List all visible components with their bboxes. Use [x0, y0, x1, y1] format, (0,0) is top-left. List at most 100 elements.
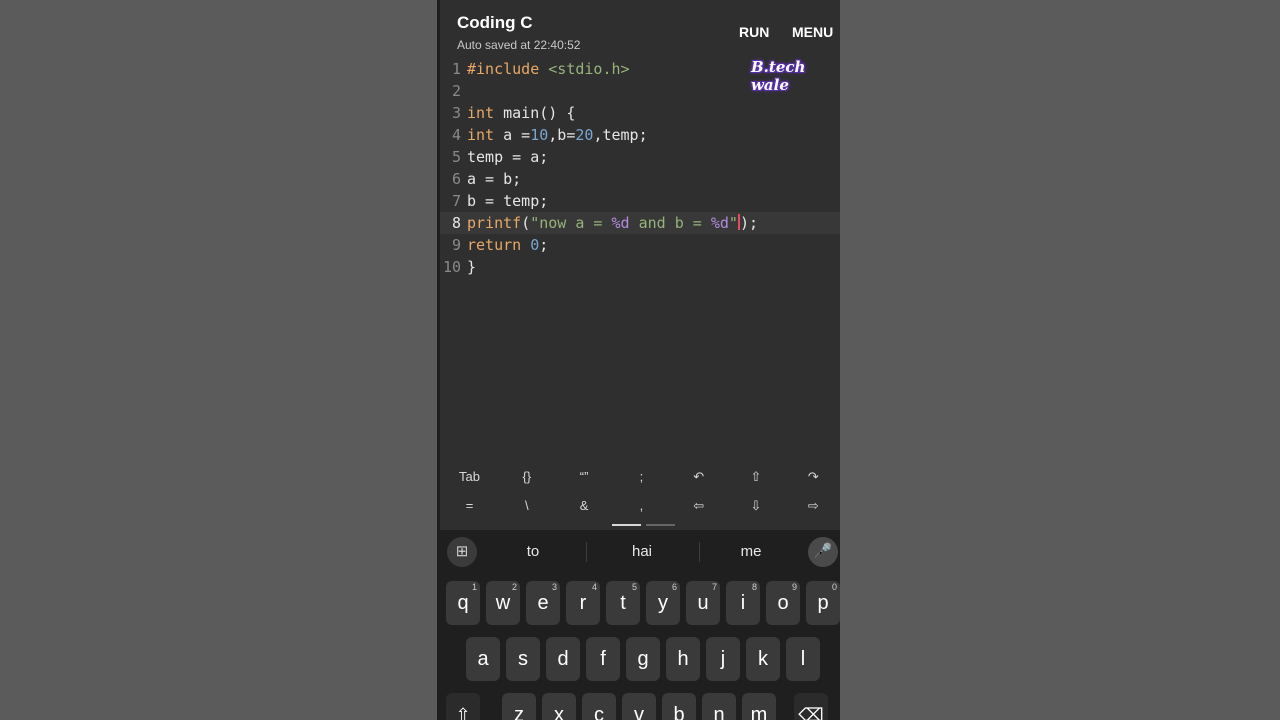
key-label: n	[713, 704, 725, 720]
key-label: x	[554, 704, 564, 720]
code-line[interactable]: 9 return 0;	[440, 234, 840, 256]
key-label: z	[514, 704, 524, 720]
suggestion-1[interactable]: to	[493, 543, 573, 560]
key-label: q	[457, 592, 469, 614]
key-n[interactable]: n	[702, 693, 736, 720]
code-line[interactable]: 7 b = temp;	[440, 190, 840, 212]
watermark: B.tech wale	[751, 58, 806, 94]
key-x[interactable]: x	[542, 693, 576, 720]
code-token: 10	[530, 126, 549, 144]
extra-key[interactable]: ↷	[785, 469, 840, 485]
key-i[interactable]: i8	[726, 581, 760, 625]
microphone-icon[interactable]: 🎤	[808, 537, 838, 567]
code-token: ;	[539, 236, 549, 254]
key-u[interactable]: u7	[686, 581, 720, 625]
code-token: %d	[611, 214, 630, 232]
key-d[interactable]: d	[546, 637, 580, 681]
key-h[interactable]: h	[666, 637, 700, 681]
code-line[interactable]: 4 int a =10,b=20,temp;	[440, 124, 840, 146]
key-label: v	[634, 704, 644, 720]
code-token: "now a =	[530, 214, 612, 232]
key-label: g	[637, 648, 649, 670]
extra-key[interactable]: ⇦	[670, 498, 727, 514]
key-label: k	[758, 648, 768, 670]
key-label: r	[579, 592, 587, 614]
extra-key[interactable]: ⇧	[728, 469, 785, 485]
code-line[interactable]: 5 temp = a;	[440, 146, 840, 168]
key-s[interactable]: s	[506, 637, 540, 681]
line-number: 5	[451, 148, 461, 166]
menu-button[interactable]: MENU	[792, 24, 833, 40]
key-w[interactable]: w2	[486, 581, 520, 625]
apps-grid-icon[interactable]: ⊞	[447, 537, 477, 567]
code-token: main() {	[494, 104, 576, 122]
key-l[interactable]: l	[786, 637, 820, 681]
code-line[interactable]: 3 int main() {	[440, 102, 840, 124]
key-label: h	[677, 648, 689, 670]
extra-key[interactable]: ⇩	[728, 498, 785, 514]
key-e[interactable]: e3	[526, 581, 560, 625]
extra-key[interactable]: ⇨	[785, 498, 840, 514]
key-p[interactable]: p0	[806, 581, 840, 625]
code-text: #include <stdio.h>	[467, 58, 630, 80]
autosave-status: Auto saved at 22:40:52	[457, 38, 581, 52]
key-j[interactable]: j	[706, 637, 740, 681]
phone-screen: Coding C Auto saved at 22:40:52 RUN MENU…	[440, 0, 840, 720]
key-g[interactable]: g	[626, 637, 660, 681]
code-token: a =	[494, 126, 531, 144]
key-o[interactable]: o9	[766, 581, 800, 625]
key-label: ⇧	[455, 705, 471, 720]
code-token: and b =	[629, 214, 711, 232]
code-token: temp = a;	[467, 148, 549, 166]
key-q[interactable]: q1	[446, 581, 480, 625]
key-hint: 4	[591, 582, 597, 592]
key-hint: 6	[671, 582, 677, 592]
extra-key[interactable]: \	[498, 498, 555, 513]
app-header: Coding C Auto saved at 22:40:52 RUN MENU	[440, 0, 840, 58]
code-line[interactable]: 6 a = b;	[440, 168, 840, 190]
extra-key[interactable]: &	[556, 498, 613, 513]
line-number: 10	[442, 258, 461, 276]
key-m[interactable]: m	[742, 693, 776, 720]
extra-key[interactable]: =	[441, 498, 498, 513]
extra-keys-page-indicator-active	[612, 524, 641, 526]
code-text: int main() {	[467, 102, 575, 124]
extra-key[interactable]: “”	[556, 469, 613, 484]
shift-key[interactable]: ⇧	[446, 693, 480, 720]
key-c[interactable]: c	[582, 693, 616, 720]
key-label: ⌫	[798, 705, 824, 720]
key-label: c	[594, 704, 604, 720]
extra-key[interactable]: {}	[498, 469, 555, 484]
key-hint: 1	[471, 582, 477, 592]
key-z[interactable]: z	[502, 693, 536, 720]
key-r[interactable]: r4	[566, 581, 600, 625]
key-label: b	[673, 704, 685, 720]
key-label: j	[720, 648, 726, 670]
extra-key[interactable]: Tab	[441, 469, 498, 484]
extra-key[interactable]: ,	[613, 498, 670, 513]
backspace-key[interactable]: ⌫	[794, 693, 828, 720]
extra-key[interactable]: ;	[613, 469, 670, 484]
code-line[interactable]: 8 printf("now a = %d and b = %d");	[440, 212, 840, 234]
suggestion-divider	[699, 542, 700, 562]
code-text: printf("now a = %d and b = %d");	[467, 212, 758, 234]
key-b[interactable]: b	[662, 693, 696, 720]
key-label: f	[600, 648, 606, 670]
suggestion-2[interactable]: hai	[602, 543, 682, 560]
code-token: return	[467, 236, 522, 254]
run-button[interactable]: RUN	[739, 24, 769, 40]
code-editor[interactable]: 1 #include <stdio.h> 2 3 int main() {4 int a …	[440, 58, 840, 462]
key-v[interactable]: v	[622, 693, 656, 720]
key-y[interactable]: y6	[646, 581, 680, 625]
extra-key[interactable]: ↶	[670, 469, 727, 485]
code-token: );	[739, 214, 758, 232]
code-token: }	[467, 258, 477, 276]
key-f[interactable]: f	[586, 637, 620, 681]
key-k[interactable]: k	[746, 637, 780, 681]
key-label: p	[817, 592, 829, 614]
key-a[interactable]: a	[466, 637, 500, 681]
suggestion-3[interactable]: me	[711, 543, 791, 560]
key-t[interactable]: t5	[606, 581, 640, 625]
code-line[interactable]: 10}	[440, 256, 840, 278]
